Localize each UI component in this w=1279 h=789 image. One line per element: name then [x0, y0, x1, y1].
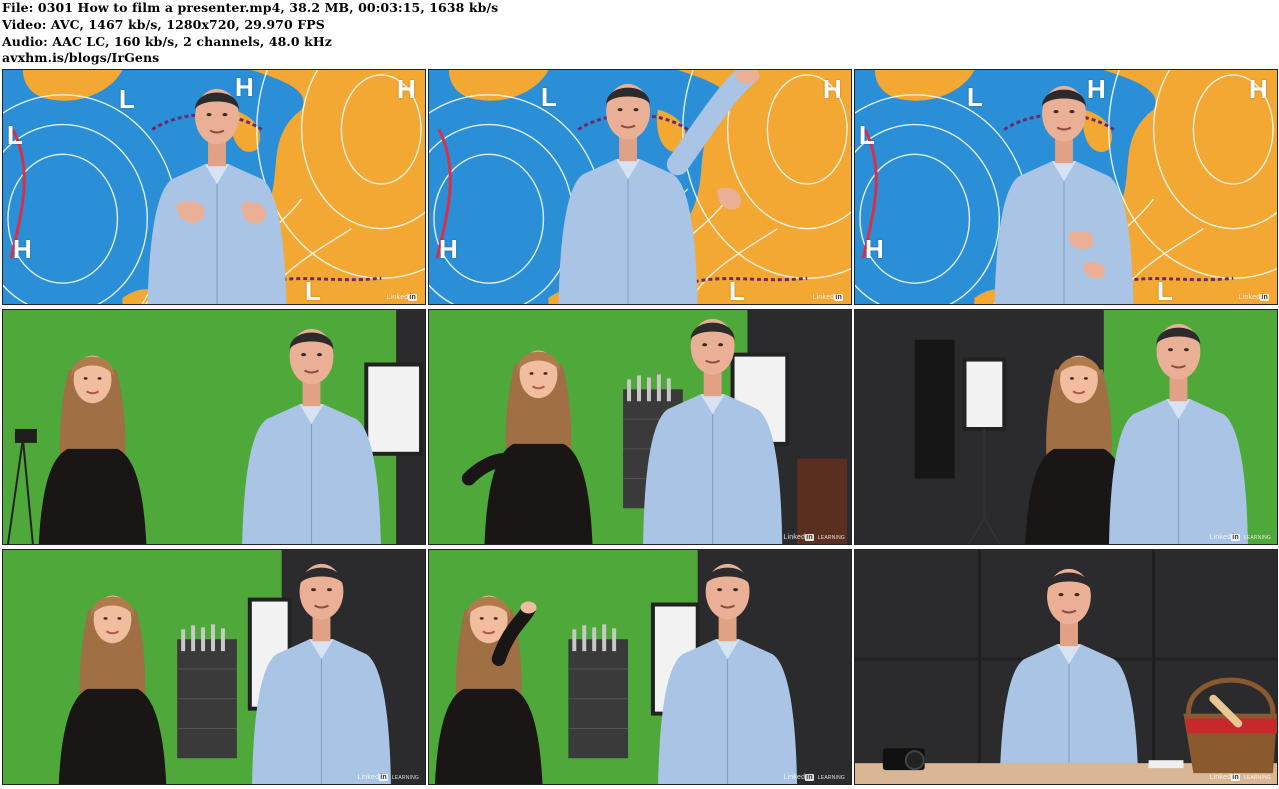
linkedin-learning-watermark: Linkedin LEARNING — [357, 774, 419, 781]
thumbnail-5-green-screen: Linkedin LEARNING — [428, 309, 852, 545]
thumbnail-8-green-screen: Linkedin LEARNING — [428, 549, 852, 785]
file-info-header: File: 0301 How to film a presenter.mp4, … — [0, 0, 1279, 68]
map-label-high: H — [439, 234, 458, 264]
map-label-low: L — [967, 82, 983, 112]
thumbnail-2-weather-map: L H H L Linkedin — [428, 69, 852, 305]
thumbnail-1-weather-map: H L H L H L Linkedin — [2, 69, 426, 305]
map-label-low: L — [541, 82, 557, 112]
map-label-high: H — [823, 74, 842, 104]
file-info-line: File: 0301 How to film a presenter.mp4, … — [2, 0, 499, 15]
map-label-high: H — [865, 234, 884, 264]
map-label-low: L — [859, 120, 875, 150]
map-label-low: L — [305, 276, 321, 305]
thumbnail-6-studio: Linkedin LEARNING — [854, 309, 1278, 545]
site-info-line: avxhm.is/blogs/IrGens — [2, 50, 160, 66]
map-label-low: L — [119, 84, 135, 114]
linkedin-learning-watermark: Linkedin LEARNING — [783, 534, 845, 541]
map-label-low: L — [1157, 276, 1173, 305]
video-info-line: Video: AVC, 1467 kb/s, 1280x720, 29.970 … — [2, 16, 325, 32]
map-label-high: H — [1087, 74, 1106, 104]
linkedin-learning-watermark: Linkedin LEARNING — [783, 774, 845, 781]
map-label-high: H — [1249, 74, 1268, 104]
thumbnail-3-weather-map: L H H L H L Linkedin — [854, 69, 1278, 305]
audio-info-line: Audio: AAC LC, 160 kb/s, 2 channels, 48.… — [2, 33, 332, 49]
thumbnail-7-green-screen: Linkedin LEARNING — [2, 549, 426, 785]
linkedin-learning-watermark: Linkedin — [386, 294, 417, 301]
map-label-high: H — [397, 74, 416, 104]
linkedin-learning-watermark: Linkedin — [1238, 294, 1269, 301]
linkedin-learning-watermark: Linkedin LEARNING — [1209, 534, 1271, 541]
thumbnail-4-green-screen — [2, 309, 426, 545]
map-label-low: L — [7, 120, 23, 150]
linkedin-learning-watermark: Linkedin — [812, 294, 843, 301]
map-label-high: H — [235, 72, 254, 102]
map-label-low: L — [729, 276, 745, 305]
map-label-high: H — [13, 234, 32, 264]
thumbnail-9-dark-studio: Linkedin LEARNING — [854, 549, 1278, 785]
linkedin-learning-watermark: Linkedin LEARNING — [1209, 774, 1271, 781]
